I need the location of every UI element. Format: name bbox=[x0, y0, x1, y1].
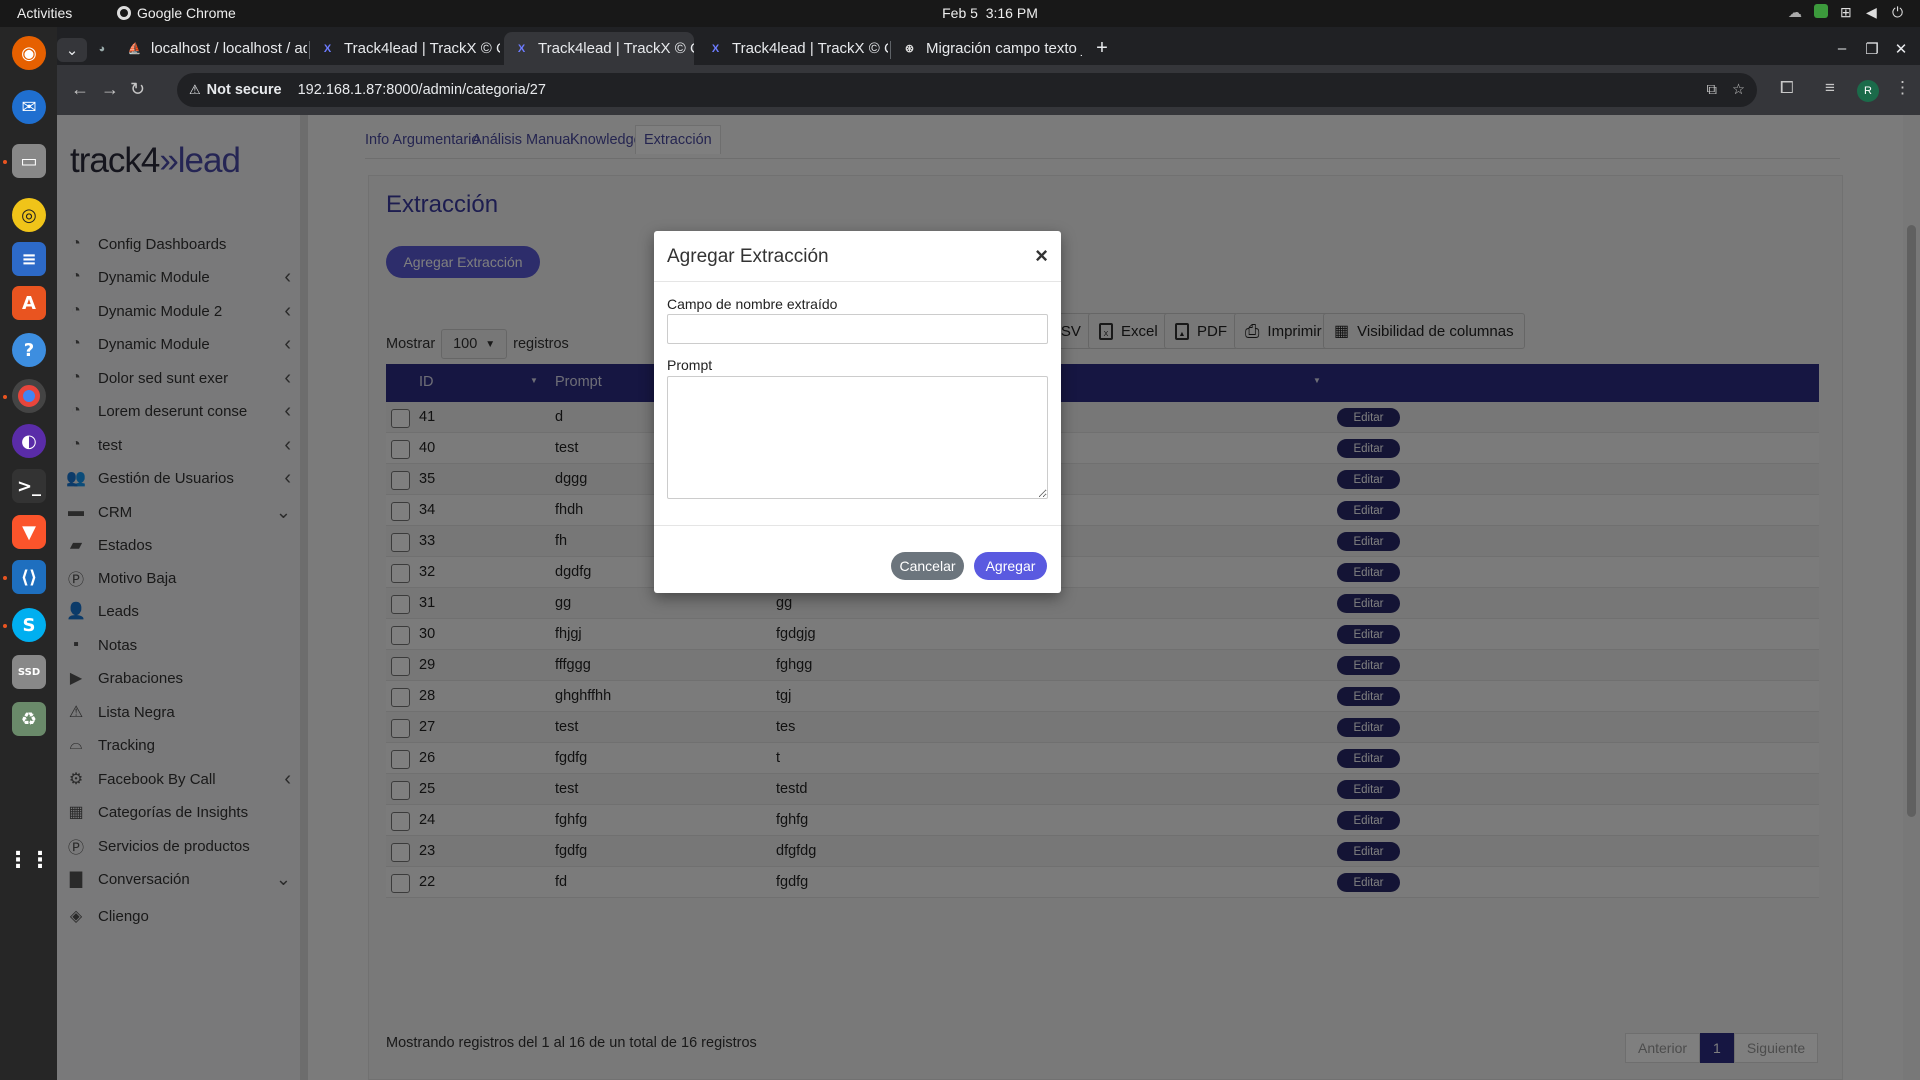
close-icon: ✕ bbox=[1894, 40, 1908, 58]
chatgpt-icon: ⊛ bbox=[904, 43, 915, 55]
modal-title: Agregar Extracción bbox=[667, 246, 829, 267]
vscode-icon[interactable]: ⟨⟩ bbox=[12, 560, 46, 594]
chevron-down-icon: ⌄ bbox=[65, 42, 79, 59]
rhythmbox-icon[interactable]: ◎ bbox=[12, 198, 46, 232]
terminal-icon[interactable]: >_ bbox=[12, 469, 46, 503]
address-bar[interactable]: ⚠ Not secure 192.168.1.87:8000/admin/cat… bbox=[177, 73, 1757, 107]
tab-title: Track4lead | TrackX © Co bbox=[344, 40, 500, 57]
ssd-drive-icon[interactable]: SSD bbox=[12, 655, 46, 689]
maximize-icon: ❐ bbox=[1865, 40, 1879, 58]
web-page: track4»lead ◔Config Dashboards◔Dynamic M… bbox=[57, 115, 1920, 1080]
help-icon[interactable]: ? bbox=[12, 333, 46, 367]
trackx-icon: X bbox=[711, 42, 720, 55]
brave-icon[interactable]: ▼ bbox=[12, 515, 46, 549]
minimize-icon: – bbox=[1837, 40, 1847, 57]
browser-tab-4[interactable]: X Track4lead | TrackX © Co ✕ bbox=[698, 32, 888, 65]
warning-icon: ⚠ bbox=[189, 82, 201, 97]
tab-title: Track4lead | TrackX © Co bbox=[732, 40, 888, 57]
ubuntu-dock: ◉ ✉ ▭ ◎ ≡ A ? ◐ >_ ▼ ⟨⟩ S SSD ♻ ⋮⋮ bbox=[0, 27, 57, 1080]
translate-icon[interactable]: ⧉ bbox=[1707, 82, 1717, 98]
trackx-icon: X bbox=[517, 42, 526, 55]
field-label-prompt: Prompt bbox=[667, 357, 713, 373]
cloud-icon: ☁ bbox=[1788, 4, 1802, 20]
cancel-button[interactable]: Cancelar bbox=[891, 552, 964, 580]
field-label-nombre: Campo de nombre extraído bbox=[667, 296, 838, 312]
running-indicator bbox=[3, 624, 7, 628]
running-indicator bbox=[3, 160, 7, 164]
writer-icon[interactable]: ≡ bbox=[12, 242, 46, 276]
date-label: Feb 5 bbox=[942, 5, 978, 21]
browser-toolbar: ← → ↻ ⚠ Not secure 192.168.1.87:8000/adm… bbox=[57, 65, 1920, 115]
close-icon[interactable]: × bbox=[1035, 243, 1048, 269]
update-check-icon bbox=[1814, 4, 1828, 18]
security-label[interactable]: Not secure bbox=[207, 82, 282, 98]
profile-avatar[interactable]: R bbox=[1857, 80, 1879, 102]
network-icon: ⊞ bbox=[1840, 4, 1852, 20]
tab-divider bbox=[890, 41, 891, 59]
bookmark-star-icon[interactable]: ☆ bbox=[1732, 82, 1745, 98]
reload-icon[interactable]: ↻ bbox=[130, 79, 145, 100]
show-apps-icon[interactable]: ⋮⋮ bbox=[7, 843, 51, 877]
tab-group-icon[interactable]: ◕ bbox=[87, 32, 117, 65]
tab-title: Migración campo texto j bbox=[926, 40, 1082, 57]
minimize-button[interactable]: – bbox=[1827, 32, 1857, 65]
trackx-icon: X bbox=[323, 42, 332, 55]
app-center-icon[interactable]: A bbox=[12, 286, 46, 320]
add-extraction-modal: Agregar Extracción × Campo de nombre ext… bbox=[654, 231, 1061, 593]
screenshot-tool-icon[interactable]: ◐ bbox=[12, 424, 46, 458]
clock[interactable]: Feb 5 3:16 PM bbox=[0, 5, 1920, 21]
browser-tab-2[interactable]: X Track4lead | TrackX © Co ✕ bbox=[310, 32, 500, 65]
globe-icon: ◕ bbox=[98, 42, 106, 55]
volume-icon: ◀ bbox=[1866, 4, 1877, 20]
power-icon: ⏻ bbox=[1892, 4, 1904, 20]
url-text[interactable]: 192.168.1.87:8000/admin/categoria/27 bbox=[298, 82, 546, 98]
system-tray[interactable]: ☁ ⊞ ◀ ⏻ bbox=[1788, 4, 1906, 20]
extensions-icon[interactable]: ⧠ bbox=[1780, 78, 1794, 98]
submit-button[interactable]: Agregar bbox=[974, 552, 1047, 580]
tab-title: localhost / localhost / ad bbox=[151, 40, 307, 57]
running-indicator bbox=[3, 395, 7, 399]
time-label: 3:16 PM bbox=[985, 5, 1038, 21]
running-indicator bbox=[3, 576, 7, 580]
browser-tab-strip: ⌄ ◕ ⛵ localhost / localhost / ad ✕ X Tra… bbox=[57, 27, 1920, 65]
trash-icon[interactable]: ♻ bbox=[12, 702, 46, 736]
extracted-name-input[interactable] bbox=[667, 314, 1048, 344]
thunderbird-icon[interactable]: ✉ bbox=[12, 90, 46, 124]
reading-list-icon[interactable]: ≡ bbox=[1825, 78, 1835, 98]
chrome-dock-icon[interactable] bbox=[12, 379, 46, 413]
menu-kebab-icon[interactable]: ⋮ bbox=[1894, 78, 1911, 98]
modal-footer-divider bbox=[654, 525, 1061, 526]
phpmyadmin-icon: ⛵ bbox=[127, 43, 142, 55]
browser-tab-5[interactable]: ⊛ Migración campo texto j ✕ bbox=[892, 32, 1082, 65]
forward-icon[interactable]: → bbox=[101, 79, 119, 100]
prompt-textarea[interactable] bbox=[667, 376, 1048, 499]
files-icon[interactable]: ▭ bbox=[12, 144, 46, 178]
back-icon[interactable]: ← bbox=[71, 79, 89, 100]
tab-title: Track4lead | TrackX © Co bbox=[538, 40, 694, 57]
firefox-icon[interactable]: ◉ bbox=[12, 36, 46, 70]
system-top-bar: Activities Google Chrome Feb 5 3:16 PM ☁… bbox=[0, 0, 1920, 27]
plus-icon: + bbox=[1096, 37, 1108, 59]
new-tab-button[interactable]: + bbox=[1087, 32, 1117, 65]
skype-icon[interactable]: S bbox=[12, 608, 46, 642]
close-window-button[interactable]: ✕ bbox=[1886, 32, 1916, 65]
browser-tab-3-active[interactable]: X Track4lead | TrackX © Co ✕ bbox=[504, 32, 694, 65]
browser-tab-1[interactable]: ⛵ localhost / localhost / ad ✕ bbox=[117, 32, 307, 65]
tab-search-button[interactable]: ⌄ bbox=[57, 38, 87, 62]
maximize-button[interactable]: ❐ bbox=[1857, 32, 1887, 65]
